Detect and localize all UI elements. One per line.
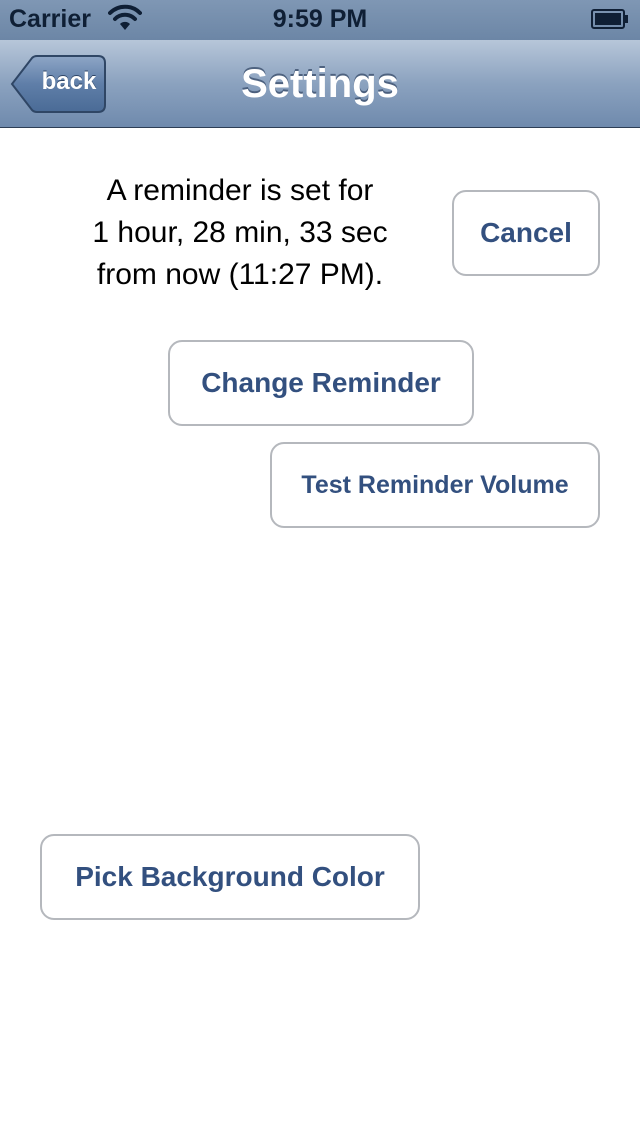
navigation-bar: back Settings <box>0 40 640 128</box>
pick-background-color-button[interactable]: Pick Background Color <box>40 834 420 920</box>
reminder-line-2: 1 hour, 28 min, 33 sec <box>92 216 388 249</box>
cancel-button[interactable]: Cancel <box>452 190 600 276</box>
test-reminder-volume-button[interactable]: Test Reminder Volume <box>270 442 600 528</box>
reminder-line-1: A reminder is set for <box>106 174 374 207</box>
reminder-line-3: from now (11:27 PM). <box>96 258 384 291</box>
page-title: Settings <box>241 62 399 106</box>
change-reminder-button[interactable]: Change Reminder <box>168 340 474 426</box>
battery-icon <box>591 9 628 29</box>
reminder-status-text: A reminder is set for 1 hour, 28 min, 33… <box>40 170 440 296</box>
status-time: 9:59 PM <box>272 5 368 33</box>
status-bar: Carrier 9:59 PM <box>0 0 640 40</box>
